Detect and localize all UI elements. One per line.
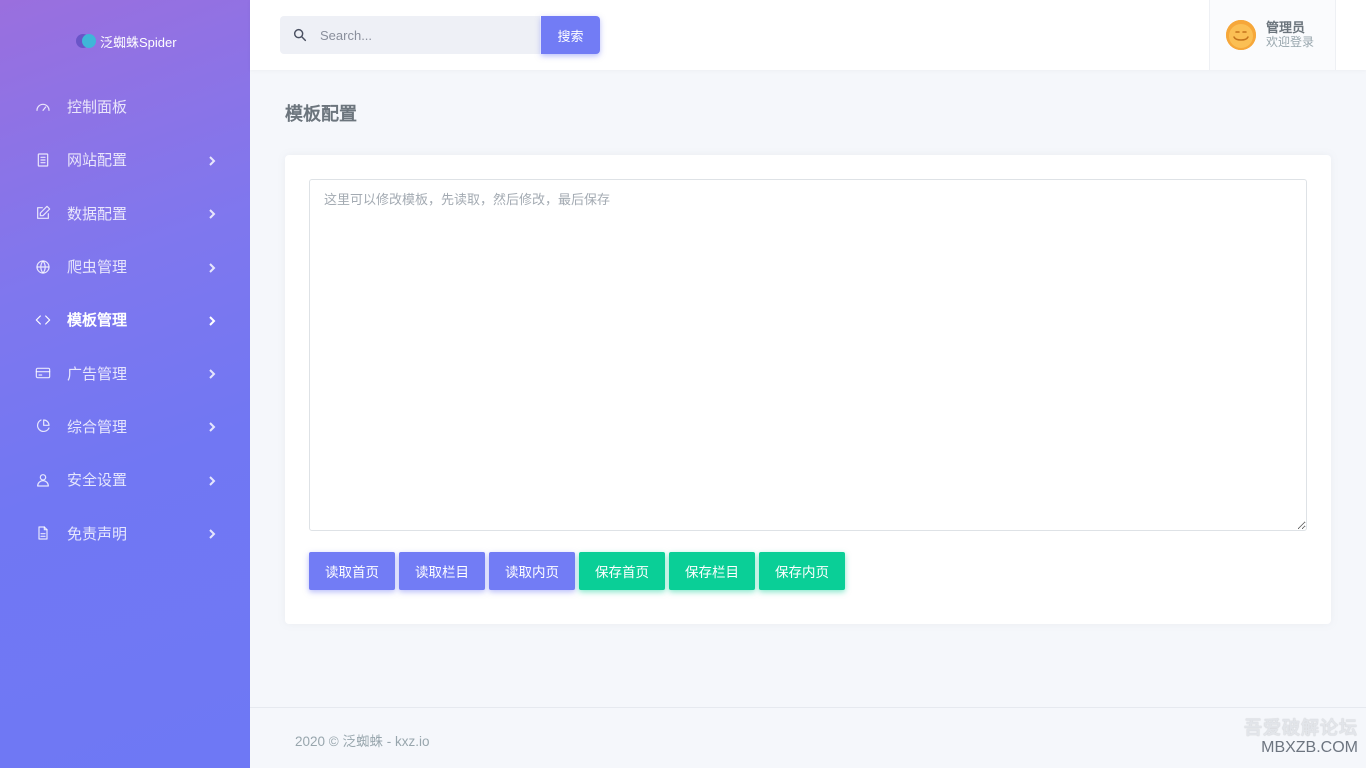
sidebar-item-ads[interactable]: 广告管理 xyxy=(0,346,250,399)
sidebar-nav: 控制面板 网站配置 数据配置 爬虫管理 模板管理 广告管理 综合管理 安全设置 … xyxy=(0,80,250,560)
user-info: 管理员 欢迎登录 xyxy=(1266,20,1314,50)
chevron-right-icon xyxy=(206,314,218,326)
chevron-right-icon xyxy=(206,154,218,166)
file-icon xyxy=(34,524,52,542)
avatar xyxy=(1226,20,1256,50)
user-name: 管理员 xyxy=(1266,20,1306,35)
sidebar-item-security[interactable]: 安全设置 xyxy=(0,453,250,506)
document-icon xyxy=(34,151,52,169)
pie-chart-icon xyxy=(34,417,52,435)
page-title: 模板配置 xyxy=(285,104,357,124)
sidebar-item-data-config[interactable]: 数据配置 xyxy=(0,187,250,240)
sidebar-item-template[interactable]: 模板管理 xyxy=(0,293,250,346)
read-inner-page-button[interactable]: 读取内页 xyxy=(489,552,575,590)
sidebar-item-label: 综合管理 xyxy=(67,418,128,436)
search-box xyxy=(280,16,540,54)
sidebar-item-crawler[interactable]: 爬虫管理 xyxy=(0,240,250,293)
sidebar-item-label: 网站配置 xyxy=(67,152,128,170)
search-input[interactable] xyxy=(320,27,520,43)
chevron-right-icon xyxy=(206,420,218,433)
brand-logo[interactable]: 泛蜘蛛Spider xyxy=(76,32,177,50)
sidebar-item-label: 免责声明 xyxy=(67,525,128,543)
sidebar-item-label: 模板管理 xyxy=(67,312,128,330)
logo-mark-icon xyxy=(76,34,96,48)
dashboard-icon xyxy=(34,98,52,116)
action-buttons: 读取首页 读取栏目 读取内页 保存首页 保存栏目 保存内页 xyxy=(309,552,845,590)
sidebar-item-label: 安全设置 xyxy=(67,472,128,490)
search-icon xyxy=(280,27,320,43)
template-editor[interactable] xyxy=(309,179,1307,531)
sidebar-item-label: 数据配置 xyxy=(67,205,128,223)
top-header: 搜索 管理员 欢迎登录 xyxy=(250,0,1366,70)
chevron-right-icon xyxy=(206,367,218,379)
watermark-line-2: MBXZB.COM xyxy=(1261,739,1358,756)
chevron-right-icon xyxy=(206,474,218,486)
globe-icon xyxy=(34,258,52,276)
sidebar-item-label: 控制面板 xyxy=(67,99,128,117)
sidebar-item-label: 爬虫管理 xyxy=(67,259,128,277)
sidebar-item-label: 广告管理 xyxy=(67,365,128,383)
brand-name: 泛蜘蛛Spider xyxy=(100,34,177,50)
sidebar: 泛蜘蛛Spider 控制面板 网站配置 数据配置 爬虫管理 模板管理 广告管理 … xyxy=(0,0,250,768)
save-homepage-button[interactable]: 保存首页 xyxy=(579,552,665,590)
read-homepage-button[interactable]: 读取首页 xyxy=(309,552,395,590)
user-subtitle: 欢迎登录 xyxy=(1266,35,1315,49)
save-column-button[interactable]: 保存栏目 xyxy=(669,552,755,590)
sidebar-item-site-config[interactable]: 网站配置 xyxy=(0,133,250,186)
footer-copyright: 2020 © 泛蜘蛛 - kxz.io xyxy=(295,734,430,749)
template-card: 读取首页 读取栏目 读取内页 保存首页 保存栏目 保存内页 xyxy=(285,155,1331,624)
credit-card-icon xyxy=(34,364,52,382)
chevron-right-icon xyxy=(206,261,218,273)
watermark-line-1: 吾爱破解论坛 xyxy=(1244,718,1358,738)
user-menu[interactable]: 管理员 欢迎登录 xyxy=(1209,0,1336,70)
search-button[interactable]: 搜索 xyxy=(541,16,600,54)
chevron-right-icon xyxy=(206,527,218,539)
read-column-button[interactable]: 读取栏目 xyxy=(399,552,485,590)
watermark: 吾爱破解论坛 MBXZB.COM xyxy=(1244,719,1358,756)
sidebar-item-dashboard[interactable]: 控制面板 xyxy=(0,80,250,133)
save-inner-page-button[interactable]: 保存内页 xyxy=(759,552,845,590)
code-icon xyxy=(34,311,52,329)
edit-icon xyxy=(34,204,52,222)
sidebar-item-general[interactable]: 综合管理 xyxy=(0,400,250,453)
smiley-avatar-icon xyxy=(1226,20,1256,50)
user-icon xyxy=(34,471,52,489)
sidebar-item-disclaimer[interactable]: 免责声明 xyxy=(0,506,250,559)
chevron-right-icon xyxy=(206,207,218,219)
footer: 2020 © 泛蜘蛛 - kxz.io xyxy=(250,707,1366,768)
